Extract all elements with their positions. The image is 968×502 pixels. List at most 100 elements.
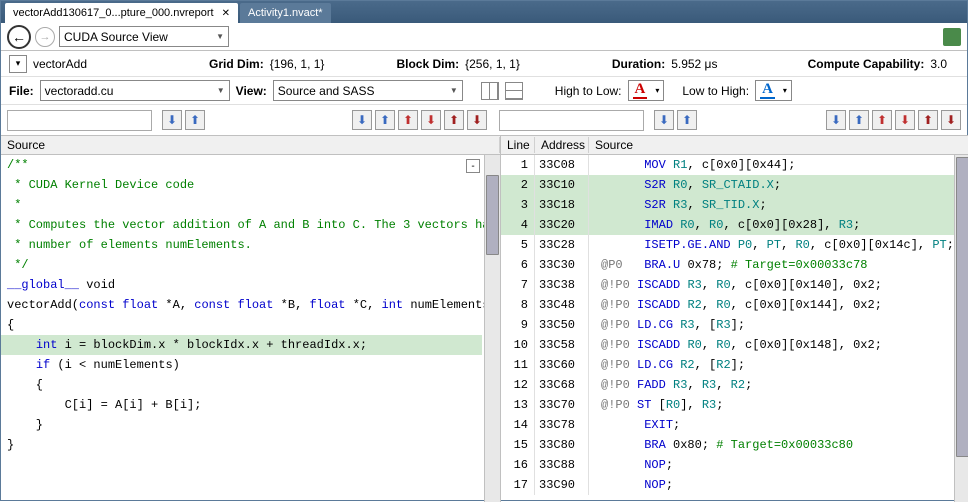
view-selector-value: CUDA Source View [64, 30, 168, 44]
chevron-down-icon: ▼ [217, 86, 225, 95]
dropdown-icon[interactable]: ▾ [9, 55, 27, 73]
view-mode-value: Source and SASS [278, 84, 375, 98]
source-line[interactable]: /** [1, 155, 482, 175]
source-line[interactable]: { [1, 315, 482, 335]
left-filter-input[interactable] [7, 110, 152, 131]
collapse-button[interactable]: - [466, 159, 480, 173]
right-filter-input[interactable] [499, 110, 644, 131]
sass-row[interactable]: 1433C78 EXIT; [501, 415, 954, 435]
file-view-row: File: vectoradd.cu ▼ View: Source and SA… [1, 77, 967, 105]
sass-row[interactable]: 1033C58@!P0 ISCADD R0, R0, c[0x0][0x148]… [501, 335, 954, 355]
arrow-up-red-icon[interactable]: ⬆ [872, 110, 892, 130]
source-line[interactable]: } [1, 415, 482, 435]
sass-row[interactable]: 433C20 IMAD R0, R0, c[0x0][0x28], R3; [501, 215, 954, 235]
kernel-info-row: ▾ vectorAdd Grid Dim: {196, 1, 1} Block … [1, 51, 967, 77]
sass-row[interactable]: 1533C80 BRA 0x80; # Target=0x00033c80 [501, 435, 954, 455]
duration-label: Duration: [612, 57, 665, 71]
nvidia-icon[interactable] [943, 28, 961, 46]
source-line[interactable]: * Computes the vector addition of A and … [1, 215, 482, 235]
source-line[interactable]: * [1, 195, 482, 215]
tab-label: Activity1.nvact* [248, 7, 323, 19]
compute-cap-label: Compute Capability: [808, 57, 925, 71]
file-value: vectoradd.cu [45, 84, 114, 98]
grid-dim-value: {196, 1, 1} [270, 57, 325, 71]
arrow-up-blue-icon[interactable]: ⬆ [185, 110, 205, 130]
arrow-up-darkred-icon[interactable]: ⬆ [918, 110, 938, 130]
scrollbar[interactable] [484, 155, 500, 502]
arrow-down-blue-icon[interactable]: ⬇ [654, 110, 674, 130]
sass-row[interactable]: 1333C70@!P0 ST [R0], R3; [501, 395, 954, 415]
scroll-thumb[interactable] [956, 157, 968, 457]
document-tabs: vectorAdd130617_0...pture_000.nvreport ✕… [1, 1, 967, 23]
sass-row[interactable]: 1233C68@!P0 FADD R3, R3, R2; [501, 375, 954, 395]
arrow-down-blue-icon[interactable]: ⬇ [352, 110, 372, 130]
sass-row[interactable]: 833C48@!P0 ISCADD R2, R0, c[0x0][0x144],… [501, 295, 954, 315]
sass-header: Line Address Source [501, 135, 968, 155]
nav-forward-button[interactable]: → [35, 27, 55, 47]
source-line[interactable]: * number of elements numElements. [1, 235, 482, 255]
low-to-high-button[interactable]: A ▾ [755, 80, 792, 101]
source-line[interactable]: C[i] = A[i] + B[i]; [1, 395, 482, 415]
low-to-high-label: Low to High: [682, 84, 749, 98]
tab-activity[interactable]: Activity1.nvact* [240, 3, 331, 23]
sass-row[interactable]: 133C08 MOV R1, c[0x0][0x44]; [501, 155, 954, 175]
source-line[interactable]: __global__ void [1, 275, 482, 295]
sass-row[interactable]: 633C30@P0 BRA.U 0x78; # Target=0x00033c7… [501, 255, 954, 275]
arrow-down-darkred-icon[interactable]: ⬇ [467, 110, 487, 130]
compute-cap-value: 3.0 [930, 57, 947, 71]
arrow-up-blue-icon[interactable]: ⬆ [849, 110, 869, 130]
file-dropdown[interactable]: vectoradd.cu ▼ [40, 80, 230, 101]
scrollbar[interactable] [954, 155, 968, 502]
a-blue-icon: A [760, 82, 775, 99]
nav-back-button[interactable]: ← [7, 25, 31, 49]
arrow-down-red-icon[interactable]: ⬇ [421, 110, 441, 130]
arrow-down-blue-icon[interactable]: ⬇ [826, 110, 846, 130]
arrow-up-darkred-icon[interactable]: ⬆ [444, 110, 464, 130]
content-area: Source /** * CUDA Kernel Device code * *… [1, 135, 967, 502]
kernel-name: vectorAdd [33, 57, 87, 71]
source-pane: Source /** * CUDA Kernel Device code * *… [1, 135, 501, 502]
split-horizontal-button[interactable] [481, 82, 499, 100]
arrow-up-blue-icon[interactable]: ⬆ [375, 110, 395, 130]
grid-dim-label: Grid Dim: [209, 57, 264, 71]
arrow-up-blue-icon[interactable]: ⬆ [677, 110, 697, 130]
sass-pane: Line Address Source 133C08 MOV R1, c[0x0… [501, 135, 968, 502]
high-to-low-button[interactable]: A ▾ [628, 80, 665, 101]
source-line[interactable]: */ [1, 255, 482, 275]
view-label: View: [236, 84, 267, 98]
sass-row[interactable]: 1133C60@!P0 LD.CG R2, [R2]; [501, 355, 954, 375]
sass-row[interactable]: 1633C88 NOP; [501, 455, 954, 475]
high-to-low-label: High to Low: [555, 84, 622, 98]
col-address: Address [535, 137, 589, 153]
source-code-body[interactable]: /** * CUDA Kernel Device code * * Comput… [1, 155, 500, 502]
a-red-icon: A [633, 82, 648, 99]
close-icon[interactable]: ✕ [222, 8, 230, 19]
sass-row[interactable]: 233C10 S2R R0, SR_CTAID.X; [501, 175, 954, 195]
sass-row[interactable]: 533C28 ISETP.GE.AND P0, PT, R0, c[0x0][0… [501, 235, 954, 255]
view-mode-dropdown[interactable]: Source and SASS ▼ [273, 80, 463, 101]
source-line[interactable]: * CUDA Kernel Device code [1, 175, 482, 195]
arrow-down-blue-icon[interactable]: ⬇ [162, 110, 182, 130]
sass-row[interactable]: 933C50@!P0 LD.CG R3, [R3]; [501, 315, 954, 335]
source-header-label: Source [1, 137, 500, 153]
source-line[interactable]: } [1, 435, 482, 455]
arrow-down-red-icon[interactable]: ⬇ [895, 110, 915, 130]
source-line[interactable]: if (i < numElements) [1, 355, 482, 375]
view-selector-dropdown[interactable]: CUDA Source View ▼ [59, 26, 229, 47]
source-line[interactable]: vectorAdd(const float *A, const float *B… [1, 295, 482, 315]
chevron-down-icon: ▾ [783, 86, 787, 95]
sass-row[interactable]: 333C18 S2R R3, SR_TID.X; [501, 195, 954, 215]
tab-report[interactable]: vectorAdd130617_0...pture_000.nvreport ✕ [5, 3, 238, 23]
arrow-up-red-icon[interactable]: ⬆ [398, 110, 418, 130]
source-line[interactable]: int i = blockDim.x * blockIdx.x + thread… [1, 335, 482, 355]
chevron-down-icon: ▾ [655, 86, 659, 95]
sass-row[interactable]: 1733C90 NOP; [501, 475, 954, 495]
sass-row[interactable]: 733C38@!P0 ISCADD R3, R0, c[0x0][0x140],… [501, 275, 954, 295]
source-line[interactable]: { [1, 375, 482, 395]
split-vertical-button[interactable] [505, 82, 523, 100]
chevron-down-icon: ▼ [450, 86, 458, 95]
scroll-thumb[interactable] [486, 175, 499, 255]
chevron-down-icon: ▼ [216, 32, 224, 41]
arrow-down-darkred-icon[interactable]: ⬇ [941, 110, 961, 130]
sass-code-body[interactable]: 133C08 MOV R1, c[0x0][0x44];233C10 S2R R… [501, 155, 968, 502]
